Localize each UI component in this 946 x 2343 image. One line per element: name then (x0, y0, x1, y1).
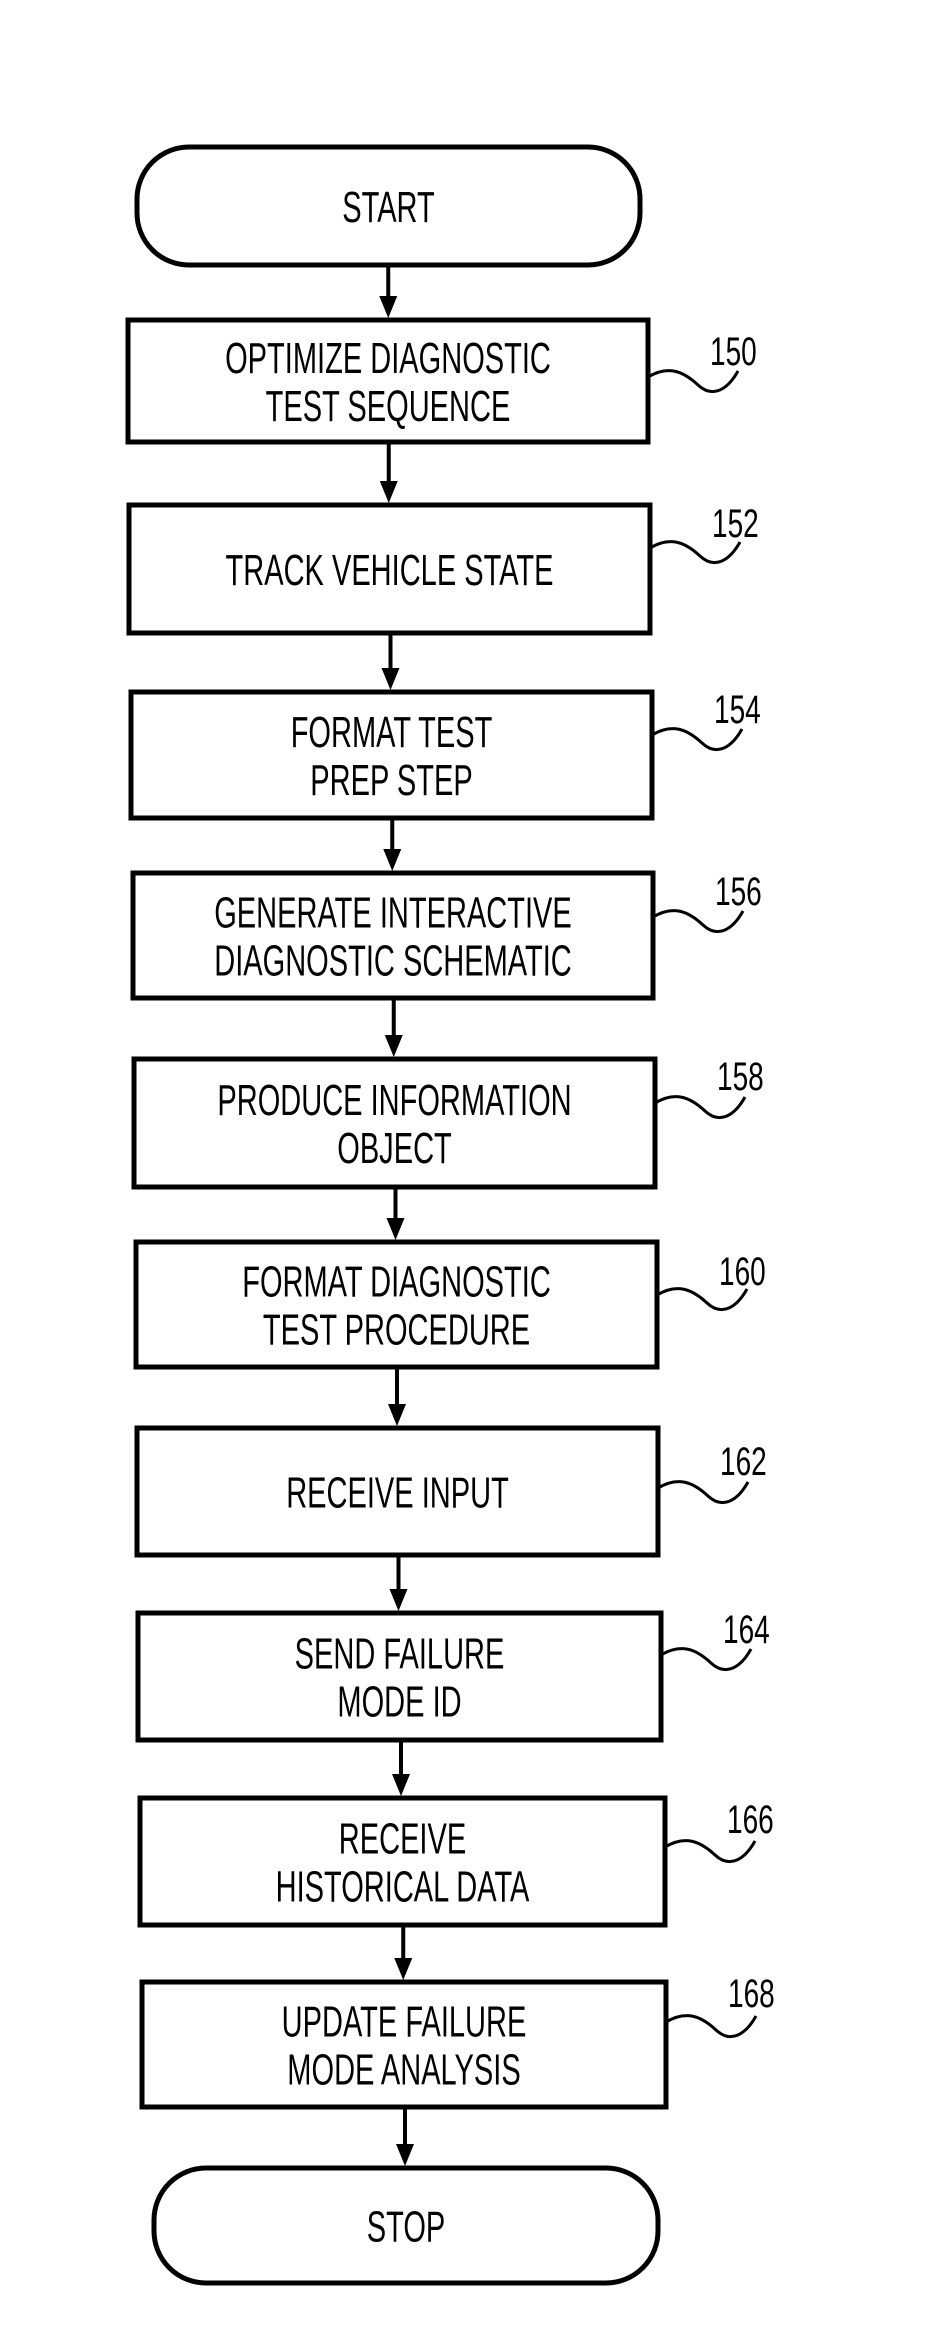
step-160: FORMAT DIAGNOSTICTEST PROCEDURE 160 (133, 1239, 766, 1370)
step-label-line: HISTORICAL DATA (276, 1861, 530, 1911)
step-162: RECEIVE INPUT 162 (134, 1425, 767, 1558)
step-label-line: MODE ANALYSIS (287, 2044, 520, 2094)
flow-arrow (396, 2109, 414, 2166)
step-164: SEND FAILUREMODE ID 164 (135, 1608, 770, 1743)
reference-number: 164 (723, 1608, 770, 1652)
step-label-line: UPDATE FAILURE (282, 1996, 527, 2046)
reference-leader (664, 1839, 757, 1863)
reference-number: 152 (712, 502, 759, 546)
reference-leader (665, 2014, 758, 2038)
reference-leader (657, 1480, 750, 1504)
terminal-stop: STOP (151, 2165, 661, 2286)
step-150: OPTIMIZE DIAGNOSTICTEST SEQUENCE 150 (125, 317, 757, 445)
terminal-label: STOP (367, 2201, 446, 2251)
step-label-line: DIAGNOSTIC SCHEMATIC (214, 935, 572, 985)
step-label-line: TRACK VEHICLE STATE (226, 545, 554, 595)
flow-arrow (386, 1189, 405, 1240)
reference-number: 150 (710, 330, 757, 374)
terminal-label: START (342, 182, 434, 232)
arrow-head (386, 1218, 405, 1240)
step-label-line: MODE ID (337, 1676, 461, 1726)
reference-number: 156 (715, 870, 762, 914)
step-label-line: PREP STEP (310, 755, 472, 805)
step-label-line: SEND FAILURE (295, 1628, 505, 1678)
reference-leader (654, 1095, 747, 1119)
arrow-head (388, 1404, 406, 1426)
flow-arrow (394, 1927, 413, 1980)
arrow-head (394, 1958, 413, 1980)
flow-arrow (383, 820, 402, 871)
flowchart: START STOP OPTIMIZE DIAGNOSTICTEST SEQUENC… (125, 144, 775, 2286)
reference-number: 154 (714, 688, 761, 732)
reference-number: 168 (728, 1972, 775, 2016)
step-label-line: PRODUCE INFORMATION (217, 1075, 571, 1125)
step-label-line: FORMAT TEST (291, 707, 493, 757)
arrow-head (379, 296, 398, 318)
terminal-start: START (134, 144, 643, 268)
flow-arrow (379, 444, 398, 503)
step-156: GENERATE INTERACTIVEDIAGNOSTIC SCHEMATIC… (130, 870, 762, 1001)
step-label-line: TEST SEQUENCE (266, 381, 511, 431)
reference-number: 162 (720, 1440, 767, 1484)
arrow-head (389, 1589, 408, 1611)
flow-arrow (381, 635, 400, 690)
arrow-head (384, 1035, 403, 1057)
arrow-head (392, 1774, 410, 1796)
flow-arrow (389, 1557, 408, 1611)
arrow-head (379, 481, 398, 503)
flow-arrow (388, 1369, 406, 1426)
arrow-head (396, 2144, 414, 2166)
step-label-line: RECEIVE INPUT (286, 1467, 509, 1517)
flow-nodes: START STOP OPTIMIZE DIAGNOSTICTEST SEQUENC… (125, 144, 775, 2286)
step-154: FORMAT TESTPREP STEP 154 (128, 688, 761, 821)
flow-arrow (384, 1000, 403, 1057)
step-label-line: FORMAT DIAGNOSTIC (242, 1256, 551, 1306)
step-label-line: GENERATE INTERACTIVE (214, 887, 572, 937)
step-label-line: OBJECT (337, 1123, 452, 1173)
step-152: TRACK VEHICLE STATE 152 (126, 502, 759, 636)
reference-number: 158 (717, 1055, 764, 1099)
reference-number: 160 (719, 1250, 766, 1294)
flow-arrow (379, 267, 398, 318)
step-label-line: OPTIMIZE DIAGNOSTIC (225, 333, 551, 383)
step-166: RECEIVEHISTORICAL DATA 166 (137, 1795, 774, 1928)
step-label-line: TEST PROCEDURE (263, 1304, 530, 1354)
flow-arrow (392, 1742, 410, 1796)
step-label-line: RECEIVE (339, 1813, 466, 1863)
reference-number: 166 (727, 1798, 774, 1842)
arrow-head (383, 849, 402, 871)
arrow-head (381, 668, 400, 690)
step-158: PRODUCE INFORMATIONOBJECT 158 (131, 1055, 764, 1190)
step-168: UPDATE FAILUREMODE ANALYSIS 168 (139, 1972, 775, 2110)
